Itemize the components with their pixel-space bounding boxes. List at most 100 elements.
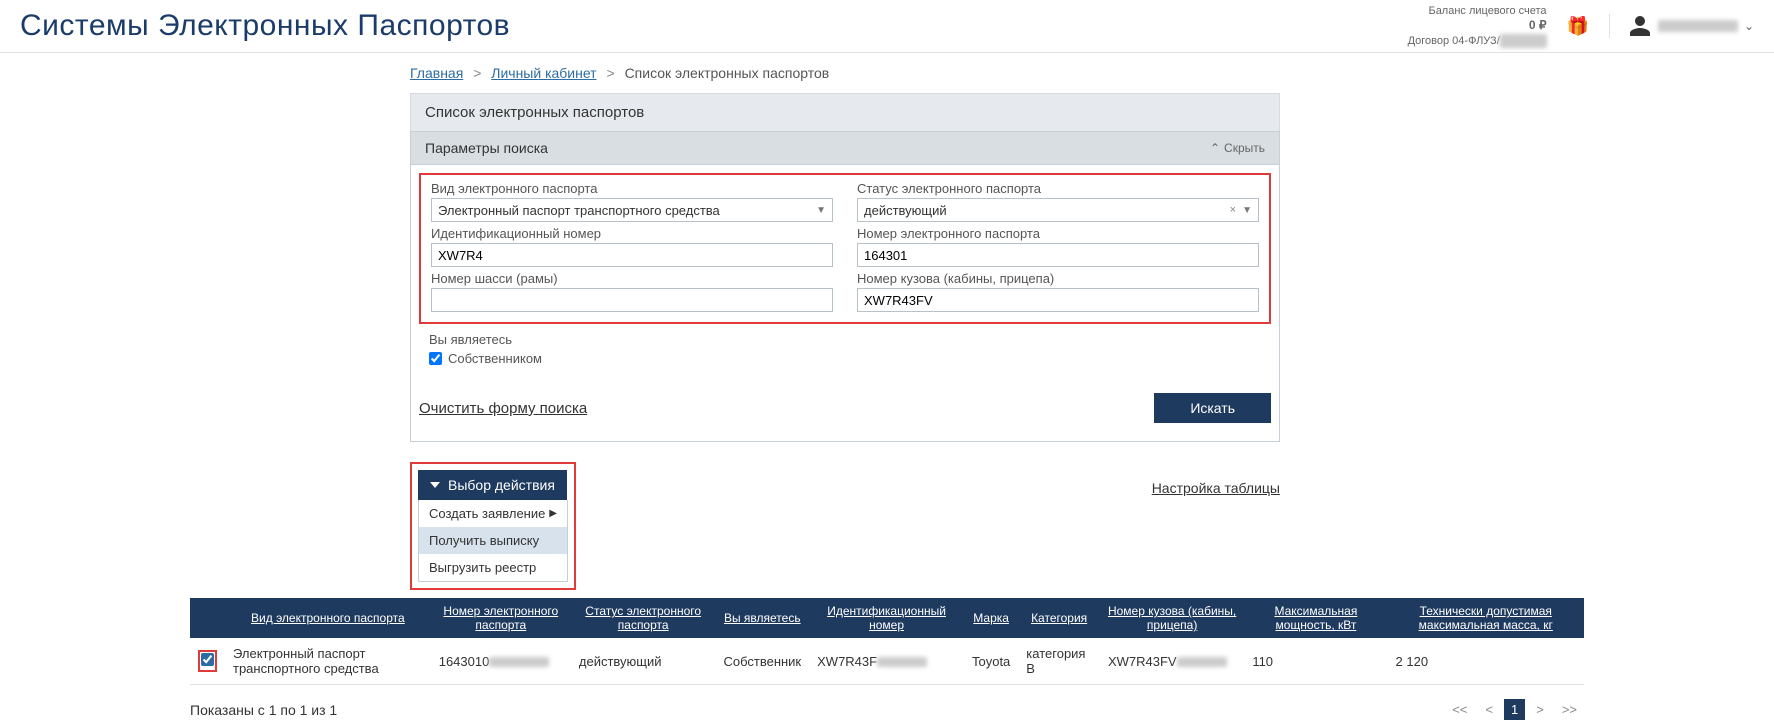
cell-passnum: 1643010 xyxy=(431,638,571,685)
row-checkbox[interactable] xyxy=(201,653,214,666)
submenu-arrow-icon: ▶ xyxy=(549,508,557,519)
breadcrumb-current: Список электронных паспортов xyxy=(625,65,830,81)
gift-icon[interactable]: 🎁 xyxy=(1567,16,1589,37)
user-name-blurred xyxy=(1658,20,1738,32)
row-check-highlight xyxy=(198,650,217,672)
select-passport-type-value: Электронный паспорт транспортного средст… xyxy=(438,203,720,218)
search-button[interactable]: Искать xyxy=(1154,393,1271,423)
pager-last[interactable]: >> xyxy=(1555,699,1584,720)
user-menu[interactable]: ⌄ xyxy=(1609,14,1754,38)
cell-type: Электронный паспорт транспортного средст… xyxy=(225,638,431,685)
select-passport-type[interactable]: Электронный паспорт транспортного средст… xyxy=(431,198,833,222)
input-idnum[interactable] xyxy=(431,243,833,267)
filter-footer: Очистить форму поиска Искать xyxy=(419,378,1271,433)
owner-text: Собственником xyxy=(448,351,542,366)
pager-row: Показаны с 1 по 1 из 1 << < 1 > >> xyxy=(190,699,1584,720)
field-bodynum: Номер кузова (кабины, прицепа) xyxy=(857,271,1259,312)
chevron-down-icon: ⌄ xyxy=(1744,19,1754,33)
th-bodynum[interactable]: Номер кузова (кабины, прицепа) xyxy=(1100,598,1244,638)
filter-header: Параметры поиска Скрыть xyxy=(410,131,1280,164)
th-type[interactable]: Вид электронного паспорта xyxy=(225,598,431,638)
action-highlight: Выбор действия Создать заявление ▶ Получ… xyxy=(410,462,576,590)
balance-value: 0 ₽ xyxy=(1408,18,1547,34)
cell-power: 110 xyxy=(1244,638,1387,685)
cell-mass: 2 120 xyxy=(1388,638,1584,685)
label-bodynum: Номер кузова (кабины, прицепа) xyxy=(857,271,1259,286)
th-idnum[interactable]: Идентификационный номер xyxy=(809,598,964,638)
field-idnum: Идентификационный номер xyxy=(431,226,833,267)
cell-bodynum: XW7R43FV xyxy=(1100,638,1244,685)
input-bodynum[interactable] xyxy=(857,288,1259,312)
field-passport-type: Вид электронного паспорта Электронный па… xyxy=(431,181,833,222)
cell-you: Собственник xyxy=(715,638,809,685)
panel-title: Список электронных паспортов xyxy=(410,93,1280,131)
collapse-toggle[interactable]: Скрыть xyxy=(1210,141,1265,155)
th-make[interactable]: Марка xyxy=(964,598,1018,638)
owner-checkbox[interactable] xyxy=(429,352,442,365)
cell-make: Toyota xyxy=(964,638,1018,685)
label-passnum: Номер электронного паспорта xyxy=(857,226,1259,241)
th-status[interactable]: Статус электронного паспорта xyxy=(571,598,716,638)
label-chassis: Номер шасси (рамы) xyxy=(431,271,833,286)
cell-status: действующий xyxy=(571,638,716,685)
select-status[interactable]: действующий × ▼ xyxy=(857,198,1259,222)
pager-first[interactable]: << xyxy=(1445,699,1474,720)
label-passport-type: Вид электронного паспорта xyxy=(431,181,833,196)
th-mass[interactable]: Технически допустимая максимальная масса… xyxy=(1388,598,1584,638)
contract-line: Договор 04-ФЛУЗ/██████ xyxy=(1408,34,1547,48)
field-chassis: Номер шасси (рамы) xyxy=(431,271,833,312)
breadcrumb-cabinet[interactable]: Личный кабинет xyxy=(491,65,596,81)
pager: << < 1 > >> xyxy=(1445,699,1584,720)
action-dropdown: Выбор действия Создать заявление ▶ Получ… xyxy=(418,470,568,582)
th-checkbox xyxy=(190,598,225,638)
pager-summary: Показаны с 1 по 1 из 1 xyxy=(190,702,337,718)
you-are-label: Вы являетесь xyxy=(429,332,1271,347)
breadcrumb: Главная > Личный кабинет > Список электр… xyxy=(410,53,1280,93)
balance-block: Баланс лицевого счета 0 ₽ Договор 04-ФЛУ… xyxy=(1408,4,1547,48)
you-are-block: Вы являетесь Собственником xyxy=(419,324,1271,368)
label-idnum: Идентификационный номер xyxy=(431,226,833,241)
clear-search-link[interactable]: Очистить форму поиска xyxy=(419,400,587,417)
input-chassis[interactable] xyxy=(431,288,833,312)
results-table: Вид электронного паспорта Номер электрон… xyxy=(190,598,1584,685)
cell-category: категория B xyxy=(1018,638,1100,685)
field-status: Статус электронного паспорта действующий… xyxy=(857,181,1259,222)
table-row[interactable]: Электронный паспорт транспортного средст… xyxy=(190,638,1584,685)
action-menu: Создать заявление ▶ Получить выписку Выг… xyxy=(418,500,568,582)
contract-number-blurred: ██████ xyxy=(1500,34,1547,48)
balance-label: Баланс лицевого счета xyxy=(1408,4,1547,18)
field-passnum: Номер электронного паспорта xyxy=(857,226,1259,267)
pager-page-1[interactable]: 1 xyxy=(1504,699,1525,720)
action-get-extract[interactable]: Получить выписку xyxy=(419,527,567,554)
site-title: Системы Электронных Паспортов xyxy=(20,9,510,43)
breadcrumb-sep: > xyxy=(606,65,614,81)
action-create-statement[interactable]: Создать заявление ▶ xyxy=(419,500,567,527)
action-trigger-label: Выбор действия xyxy=(448,477,555,493)
select-status-value: действующий xyxy=(864,203,947,218)
th-power[interactable]: Максимальная мощность, кВт xyxy=(1244,598,1387,638)
search-highlight: Вид электронного паспорта Электронный па… xyxy=(419,173,1271,324)
breadcrumb-home[interactable]: Главная xyxy=(410,65,463,81)
caret-icon: ▼ xyxy=(816,205,826,216)
breadcrumb-sep: > xyxy=(473,65,481,81)
top-header: Системы Электронных Паспортов Баланс лиц… xyxy=(0,0,1774,53)
caret-icon: ▼ xyxy=(1242,205,1252,216)
results-table-wrap: Вид электронного паспорта Номер электрон… xyxy=(190,598,1584,685)
actions-row: Выбор действия Создать заявление ▶ Получ… xyxy=(410,462,1280,590)
filter-title: Параметры поиска xyxy=(425,140,548,156)
action-trigger-button[interactable]: Выбор действия xyxy=(418,470,567,500)
table-settings-link[interactable]: Настройка таблицы xyxy=(1152,480,1280,496)
user-icon xyxy=(1628,14,1652,38)
action-export-registry[interactable]: Выгрузить реестр xyxy=(419,554,567,581)
th-you[interactable]: Вы являетесь xyxy=(715,598,809,638)
th-category[interactable]: Категория xyxy=(1018,598,1100,638)
pager-prev[interactable]: < xyxy=(1478,699,1500,720)
th-passnum[interactable]: Номер электронного паспорта xyxy=(431,598,571,638)
header-right: Баланс лицевого счета 0 ₽ Договор 04-ФЛУ… xyxy=(1408,4,1754,48)
filter-body: Вид электронного паспорта Электронный па… xyxy=(410,164,1280,442)
owner-checkbox-label[interactable]: Собственником xyxy=(429,351,542,366)
pager-next[interactable]: > xyxy=(1529,699,1551,720)
input-passnum[interactable] xyxy=(857,243,1259,267)
contract-prefix: Договор 04-ФЛУЗ/ xyxy=(1408,35,1500,47)
clear-status-icon[interactable]: × xyxy=(1230,204,1236,216)
